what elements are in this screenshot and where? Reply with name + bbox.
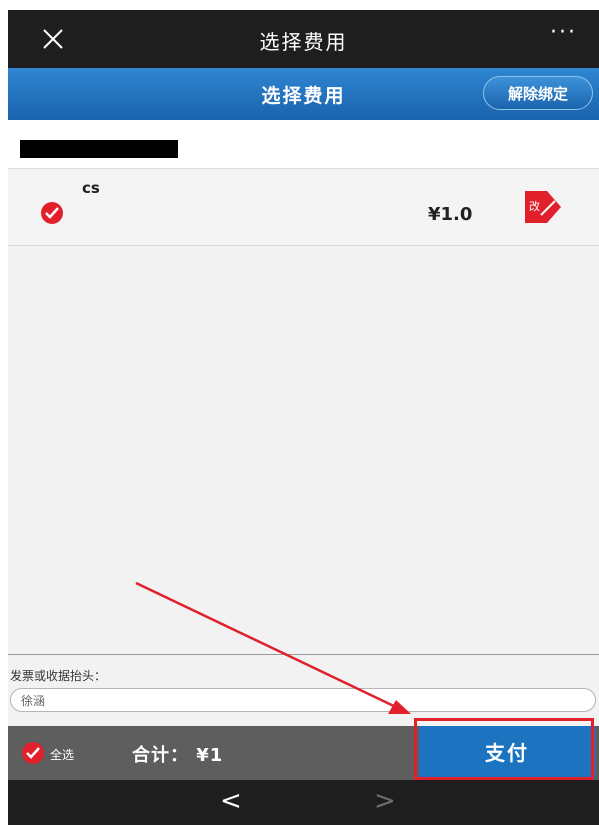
phone-screen: 选择费用 ··· 选择费用 解除绑定 cs ¥1.0 改 发票或收据抬头： 徐涵… bbox=[8, 10, 599, 825]
select-all-check-icon[interactable] bbox=[22, 742, 44, 764]
redacted-name bbox=[20, 140, 178, 158]
back-icon[interactable]: < bbox=[220, 786, 242, 816]
forward-icon[interactable]: > bbox=[374, 786, 396, 816]
select-all-toggle[interactable]: 全选 bbox=[22, 742, 102, 766]
edit-icon[interactable]: 改 bbox=[523, 189, 563, 225]
title-bar: 选择费用 ··· bbox=[8, 10, 599, 68]
browser-nav-bar: < > bbox=[8, 780, 599, 825]
invoice-section: 发票或收据抬头： bbox=[8, 654, 599, 727]
fee-list-empty-area bbox=[8, 246, 599, 654]
more-options-icon[interactable]: ··· bbox=[550, 20, 577, 45]
fee-item[interactable]: cs ¥1.0 改 bbox=[8, 169, 599, 246]
select-all-label: 全选 bbox=[50, 748, 75, 762]
edit-icon-label: 改 bbox=[529, 200, 540, 213]
unbind-button[interactable]: 解除绑定 bbox=[483, 76, 593, 110]
fee-name: cs bbox=[82, 179, 100, 197]
fee-price: ¥1.0 bbox=[428, 204, 473, 225]
total-amount: 合计： ¥1 bbox=[132, 745, 224, 766]
user-name-row bbox=[8, 120, 599, 169]
checked-icon[interactable] bbox=[41, 202, 63, 224]
pay-button[interactable]: 支付 bbox=[419, 726, 595, 780]
bottom-bar: 全选 合计： ¥1 支付 bbox=[8, 726, 599, 780]
invoice-title-input[interactable] bbox=[10, 688, 596, 712]
window-title: 选择费用 bbox=[259, 30, 348, 54]
invoice-title-label: 发票或收据抬头： bbox=[10, 669, 107, 683]
page-header: 选择费用 解除绑定 bbox=[8, 68, 599, 120]
